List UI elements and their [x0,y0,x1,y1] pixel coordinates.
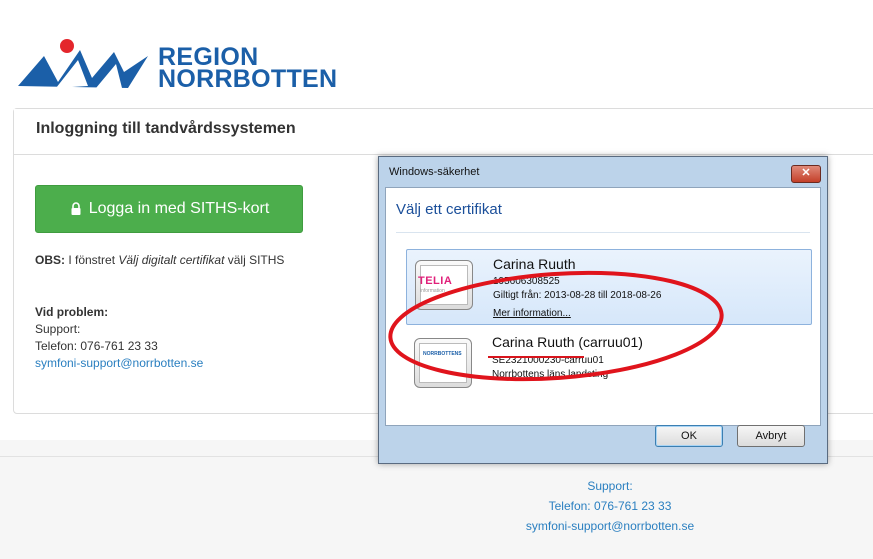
obs-label: OBS: [35,253,65,267]
panel-title: Inloggning till tandvårdssystemen [36,120,296,137]
certificate-icon: NORRBOTTENS [414,338,472,388]
close-icon: ✕ [801,167,811,179]
certificate-name: Carina Ruuth [493,256,576,272]
certificate-item-landsting[interactable]: NORRBOTTENS Carina Ruuth (carruu01) SE23… [406,328,812,404]
more-information-link[interactable]: Mer information... [493,308,571,319]
panel-header: Inloggning till tandvårdssystemen [14,109,873,155]
support-email-link[interactable]: symfoni-support@norrbotten.se [35,356,203,370]
dialog-titlebar[interactable]: Windows-säkerhet ✕ [379,157,827,187]
lock-icon [71,202,81,215]
highlight-underline [488,356,584,358]
obs-text-2: välj SITHS [224,253,285,267]
certificate-validity: Giltigt från: 2013-08-28 till 2018-08-26 [493,290,662,301]
dialog-body: Välj ett certifikat TELIA information Ca… [385,187,821,426]
norrbotten-mini-logo: NORRBOTTENS [423,351,462,357]
telia-logo: TELIA [418,275,453,287]
certificate-issuer: Norrbottens läns landsting [492,369,609,380]
dialog-title: Windows-säkerhet [389,166,480,178]
obs-text-em: Välj digitalt certifikat [118,253,225,267]
logo-text: REGION NORRBOTTEN [158,45,338,93]
ok-button[interactable]: OK [655,425,723,447]
close-button[interactable]: ✕ [791,165,821,183]
dialog-separator [396,232,810,233]
cancel-button[interactable]: Avbryt [737,425,805,447]
telia-logo-sub: information [420,288,445,294]
certificate-item-telia[interactable]: TELIA information Carina Ruuth 195606308… [406,249,812,325]
windows-security-dialog: Windows-säkerhet ✕ Välj ett certifikat T… [378,156,828,464]
certificate-name: Carina Ruuth (carruu01) [492,334,643,350]
siths-login-button[interactable]: Logga in med SITHS-kort [35,185,303,233]
dialog-heading: Välj ett certifikat [396,201,502,218]
logo-line-2: NORRBOTTEN [158,65,338,93]
problem-section: Vid problem: Support: Telefon: 076-761 2… [35,304,203,372]
obs-text-1: I fönstret [65,253,119,267]
support-phone: Telefon: 076-761 23 33 [35,339,158,353]
support-label: Support: [35,322,81,336]
problem-heading: Vid problem: [35,305,109,319]
footer: Support: Telefon: 076-761 23 33 symfoni-… [460,476,760,536]
footer-support-label: Support: [587,479,633,493]
siths-login-label: Logga in med SITHS-kort [88,200,270,217]
footer-phone: Telefon: 076-761 23 33 [548,499,672,513]
footer-email-link[interactable]: symfoni-support@norrbotten.se [460,516,760,536]
certificate-icon-face [419,343,467,383]
certificate-id: 195606308525 [493,276,560,287]
certificate-icon: TELIA information [415,260,473,310]
obs-note: OBS: I fönstret Välj digitalt certifikat… [35,253,284,267]
